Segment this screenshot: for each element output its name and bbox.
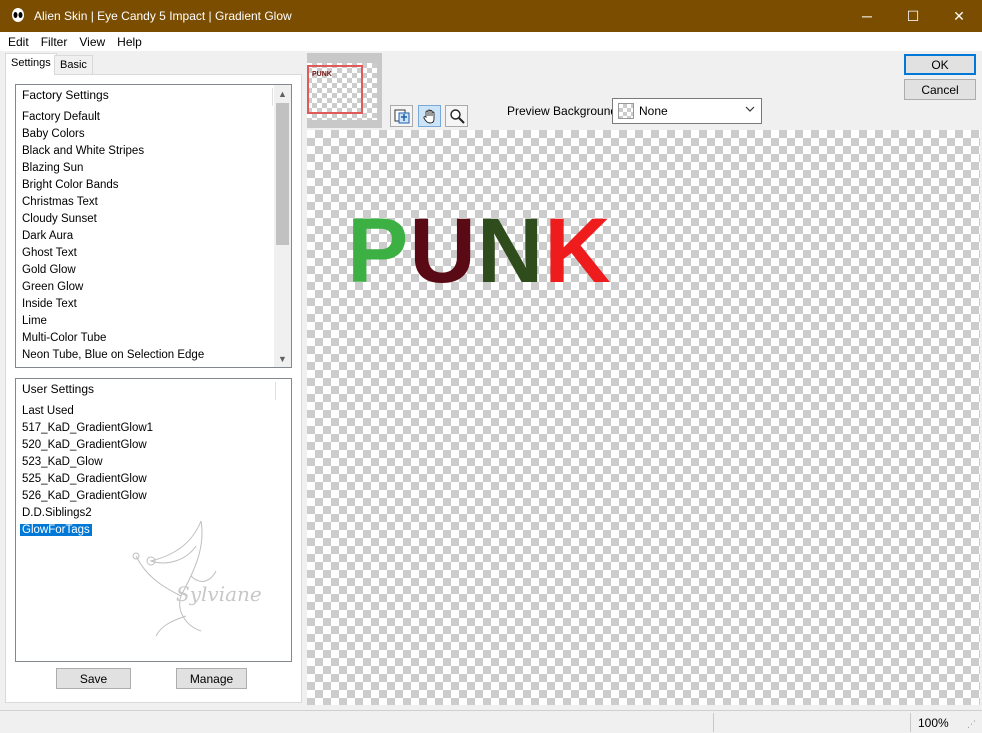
preview-text: PUNK — [347, 205, 612, 297]
watermark-text: Sylviane — [176, 582, 262, 606]
list-item-label: Bright Color Bands — [22, 179, 119, 191]
thumbnail-view-rect[interactable]: PUNK — [307, 65, 363, 114]
list-item-label: Baby Colors — [22, 128, 85, 140]
sylviane-watermark: Sylviane — [132, 520, 262, 637]
background-swatch-icon — [618, 103, 634, 119]
scroll-down-arrow-icon[interactable]: ▼ — [274, 350, 291, 367]
list-item[interactable]: Bright Color Bands — [18, 177, 273, 194]
list-item-label: 517_KaD_GradientGlow1 — [22, 422, 154, 434]
list-item[interactable]: Dark Aura — [18, 228, 273, 245]
list-item-label: 523_KaD_Glow — [22, 456, 103, 468]
status-separator — [910, 713, 911, 732]
list-item[interactable]: Black and White Stripes — [18, 143, 273, 160]
factory-list-scrollbar[interactable]: ▲ ▼ — [274, 85, 291, 367]
preview-letter: U — [409, 200, 477, 302]
list-item[interactable]: 523_KaD_Glow — [18, 454, 273, 471]
user-settings-header: User Settings — [18, 382, 276, 400]
preview-letter: N — [476, 200, 545, 302]
factory-settings-list[interactable]: Factory Settings Factory Default Baby Col… — [15, 84, 292, 368]
window-title: Alien Skin | Eye Candy 5 Impact | Gradie… — [34, 9, 292, 23]
before-after-button[interactable] — [390, 105, 413, 127]
status-bar: 100% ⋰ — [0, 710, 982, 733]
preview-background-value: None — [639, 104, 668, 118]
list-item[interactable]: Last Used — [18, 403, 273, 420]
list-item[interactable]: Multi-Color Tube — [18, 330, 273, 347]
resize-grip-icon[interactable]: ⋰ — [967, 718, 979, 730]
list-item-label: Gold Glow — [22, 264, 76, 276]
cancel-button[interactable]: Cancel — [904, 79, 976, 100]
maximize-button[interactable]: ☐ — [890, 0, 936, 32]
list-item[interactable]: Baby Colors — [18, 126, 273, 143]
list-item-label: Dark Aura — [22, 230, 74, 242]
close-button[interactable]: ✕ — [936, 0, 982, 32]
before-after-icon — [394, 109, 409, 124]
menu-help[interactable]: Help — [111, 35, 148, 49]
scroll-up-arrow-icon[interactable]: ▲ — [274, 85, 291, 102]
list-item[interactable]: 517_KaD_GradientGlow1 — [18, 420, 273, 437]
list-item[interactable]: Lime — [18, 313, 273, 330]
list-item-label: 526_KaD_GradientGlow — [22, 490, 147, 502]
list-item-label: Cloudy Sunset — [22, 213, 97, 225]
preview-letter: K — [544, 200, 612, 302]
zoom-level: 100% — [918, 716, 949, 730]
scrollbar-thumb[interactable] — [276, 103, 289, 245]
list-item[interactable]: Factory Default — [18, 109, 273, 126]
zoom-button[interactable] — [445, 105, 468, 127]
alien-skin-logo-icon — [10, 8, 26, 24]
tab-basic[interactable]: Basic — [54, 55, 93, 75]
manage-button[interactable]: Manage — [176, 668, 247, 689]
tab-settings[interactable]: Settings — [5, 53, 57, 75]
list-item-label: Lime — [22, 315, 47, 327]
list-item-label: 520_KaD_GradientGlow — [22, 439, 147, 451]
thumbnail-text: PUNK — [312, 71, 332, 78]
list-item[interactable]: Christmas Text — [18, 194, 273, 211]
menu-filter[interactable]: Filter — [35, 35, 74, 49]
list-item[interactable]: Blazing Sun — [18, 160, 273, 177]
list-item[interactable]: 526_KaD_GradientGlow — [18, 488, 273, 505]
navigator-thumbnail[interactable]: PUNK — [307, 53, 382, 128]
title-bar: Alien Skin | Eye Candy 5 Impact | Gradie… — [0, 0, 982, 32]
preview-background-label: Preview Background: — [507, 104, 621, 118]
factory-settings-header: Factory Settings — [18, 88, 273, 106]
preview-letter: P — [347, 200, 410, 302]
chevron-down-icon — [745, 104, 755, 117]
list-item-label: Ghost Text — [22, 247, 77, 259]
menu-edit[interactable]: Edit — [2, 35, 35, 49]
list-item-label: Factory Default — [22, 111, 100, 123]
menu-view[interactable]: View — [73, 35, 111, 49]
list-item-label: GlowForTags — [19, 523, 93, 537]
list-item-label: D.D.Siblings2 — [22, 507, 92, 519]
list-item-label: Multi-Color Tube — [22, 332, 107, 344]
menu-bar: Edit Filter View Help — [0, 32, 982, 51]
list-item[interactable]: Cloudy Sunset — [18, 211, 273, 228]
minimize-button[interactable]: ─ — [844, 0, 890, 32]
list-item[interactable]: Gold Glow — [18, 262, 273, 279]
list-item-label: 525_KaD_GradientGlow — [22, 473, 147, 485]
hand-pan-icon — [422, 109, 434, 124]
list-item[interactable]: Neon Tube, Blue on Selection Edge — [18, 347, 273, 364]
preview-canvas[interactable]: PUNK — [307, 130, 980, 705]
list-item-label: Last Used — [22, 405, 74, 417]
save-button[interactable]: Save — [56, 668, 131, 689]
list-item-label: Neon Tube, Blue on Selection Edge — [22, 349, 205, 361]
list-item[interactable]: 525_KaD_GradientGlow — [18, 471, 273, 488]
hand-pan-button[interactable] — [418, 105, 441, 127]
list-item-label: Green Glow — [22, 281, 84, 293]
list-item-label: Christmas Text — [22, 196, 98, 208]
list-item[interactable]: Ghost Text — [18, 245, 273, 262]
list-item[interactable]: 520_KaD_GradientGlow — [18, 437, 273, 454]
preview-background-dropdown[interactable]: None — [612, 98, 762, 124]
list-item-label: Blazing Sun — [22, 162, 84, 174]
list-item-label: Black and White Stripes — [22, 145, 145, 157]
list-item[interactable]: Green Glow — [18, 279, 273, 296]
zoom-magnifier-icon — [449, 109, 465, 124]
ok-button[interactable]: OK — [904, 54, 976, 75]
list-item-label: Inside Text — [22, 298, 77, 310]
factory-settings-items: Factory Default Baby Colors Black and Whit… — [18, 109, 273, 364]
user-settings-list[interactable]: User Settings Last Used 517_KaD_GradientG… — [15, 378, 292, 662]
list-item[interactable]: Inside Text — [18, 296, 273, 313]
status-separator — [713, 713, 714, 732]
